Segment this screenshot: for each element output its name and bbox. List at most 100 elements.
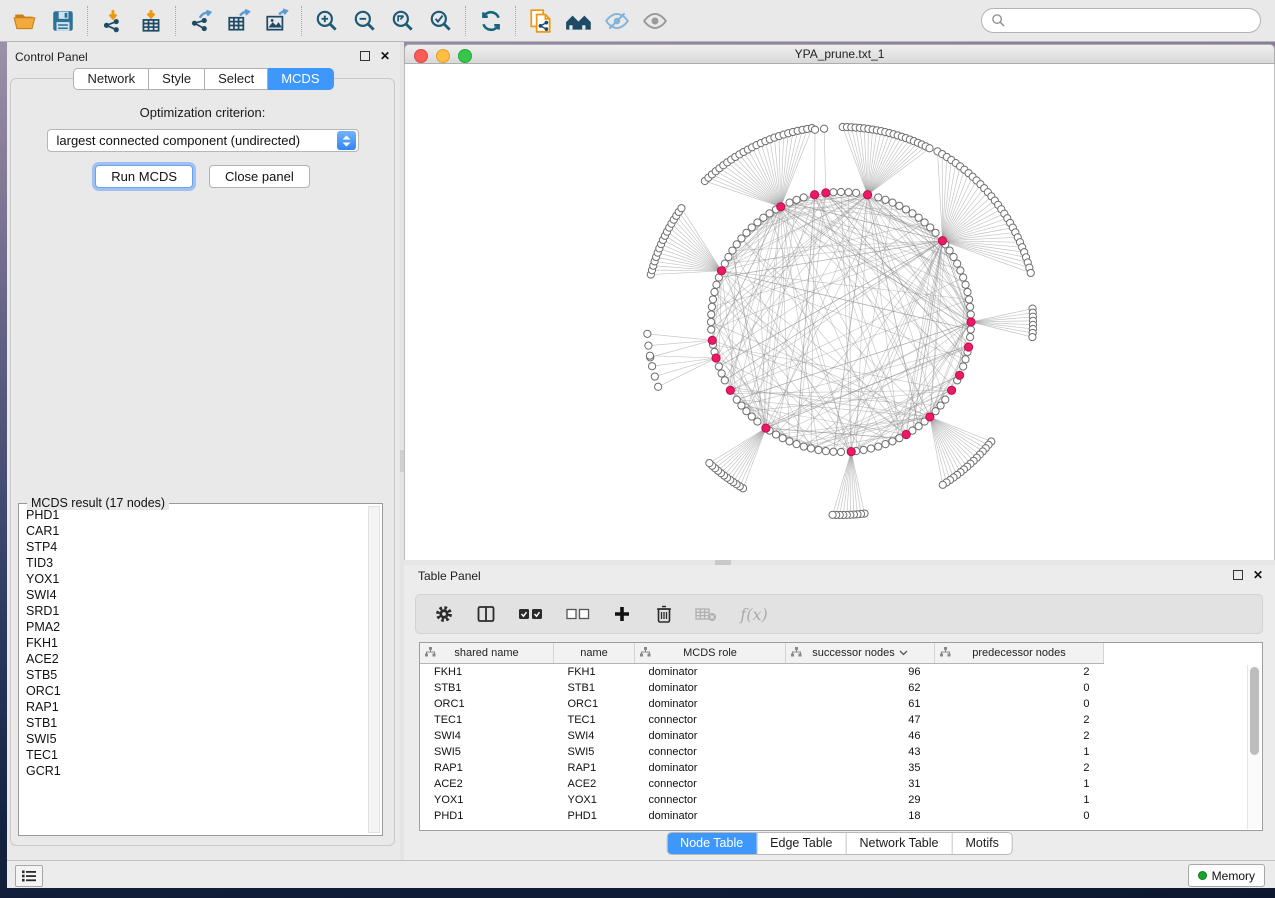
graph-node[interactable] (708, 303, 715, 310)
column-header-name[interactable]: name (554, 643, 635, 664)
graph-node[interactable] (733, 396, 740, 403)
zoom-selected-icon[interactable] (422, 4, 460, 38)
list-item[interactable]: STP4 (20, 539, 366, 555)
graph-node[interactable] (779, 435, 786, 442)
graph-node[interactable] (882, 196, 889, 203)
search-input[interactable] (981, 8, 1261, 33)
graph-node[interactable] (960, 363, 967, 370)
graph-node[interactable] (707, 318, 714, 325)
graph-node[interactable] (932, 229, 939, 236)
graph-node[interactable] (902, 430, 910, 438)
zoom-in-icon[interactable] (308, 4, 346, 38)
graph-node[interactable] (655, 383, 662, 390)
tab-edge-table[interactable]: Edge Table (756, 833, 845, 854)
graph-node[interactable] (712, 354, 720, 362)
tab-network[interactable]: Network (73, 68, 149, 90)
graph-node[interactable] (967, 318, 975, 326)
column-visibility-icon[interactable] (475, 603, 497, 625)
graph-node[interactable] (948, 386, 956, 394)
graph-node[interactable] (960, 274, 967, 281)
graph-node[interactable] (646, 352, 653, 359)
graph-node[interactable] (964, 288, 971, 295)
graph-node[interactable] (706, 460, 713, 467)
table-options-gear-icon[interactable] (433, 603, 455, 625)
list-item[interactable]: ACE2 (20, 651, 366, 667)
list-item[interactable]: TID3 (20, 555, 366, 571)
graph-node[interactable] (896, 202, 903, 209)
graph-node[interactable] (721, 377, 728, 384)
graph-node[interactable] (875, 194, 882, 201)
import-network-icon[interactable] (94, 4, 132, 38)
list-item[interactable]: ORC1 (20, 683, 366, 699)
import-table-icon[interactable] (132, 4, 170, 38)
graph-node[interactable] (967, 333, 974, 340)
graph-node[interactable] (708, 336, 716, 344)
graph-node[interactable] (962, 281, 969, 288)
graph-node[interactable] (1029, 333, 1036, 340)
graph-node[interactable] (889, 199, 896, 206)
graph-node[interactable] (845, 189, 852, 196)
graph-node[interactable] (965, 296, 972, 303)
graph-node[interactable] (1027, 269, 1034, 276)
graph-node[interactable] (820, 125, 827, 132)
refresh-icon[interactable] (472, 4, 510, 38)
graph-node[interactable] (648, 363, 655, 370)
graph-node[interactable] (830, 189, 837, 196)
table-scrollbar[interactable] (1247, 665, 1261, 829)
graph-node[interactable] (847, 447, 855, 455)
graph-node[interactable] (954, 260, 961, 267)
graph-node[interactable] (766, 210, 773, 217)
graph-node[interactable] (815, 446, 822, 453)
graph-node[interactable] (962, 356, 969, 363)
network-window-titlebar[interactable]: YPA_prune.txt_1 (404, 44, 1275, 64)
zoom-traffic-light[interactable] (458, 49, 472, 63)
graph-node[interactable] (957, 267, 964, 274)
graph-node[interactable] (852, 189, 859, 196)
graph-node[interactable] (863, 191, 871, 199)
delete-column-icon[interactable] (653, 603, 675, 625)
graph-node[interactable] (902, 206, 909, 213)
run-mcds-button[interactable]: Run MCDS (95, 165, 193, 188)
result-list-scrollbar[interactable] (368, 506, 380, 833)
export-table-icon[interactable] (220, 4, 258, 38)
graph-node[interactable] (837, 448, 844, 455)
list-item[interactable]: SWI5 (20, 731, 366, 747)
close-icon[interactable]: ✕ (1253, 570, 1263, 580)
show-all-icon[interactable] (636, 4, 674, 38)
export-network-icon[interactable] (182, 4, 220, 38)
graph-node[interactable] (800, 194, 807, 201)
zoom-out-icon[interactable] (346, 4, 384, 38)
memory-button[interactable]: Memory (1188, 864, 1265, 887)
tab-network-table[interactable]: Network Table (846, 833, 952, 854)
list-item[interactable]: FKH1 (20, 635, 366, 651)
graph-node[interactable] (964, 343, 972, 351)
graph-node[interactable] (882, 441, 889, 448)
list-item[interactable]: GCR1 (20, 763, 366, 779)
float-icon[interactable] (360, 51, 370, 61)
task-history-icon[interactable] (15, 865, 43, 887)
select-all-checks-icon[interactable] (517, 603, 545, 625)
graph-node[interactable] (939, 481, 946, 488)
graph-node[interactable] (708, 326, 715, 333)
first-neighbors-icon[interactable] (560, 4, 598, 38)
table-row[interactable]: YOX1YOX1connector291 (420, 792, 1262, 808)
graph-node[interactable] (837, 188, 844, 195)
graph-node[interactable] (822, 448, 829, 455)
export-image-icon[interactable] (258, 4, 296, 38)
table-row[interactable]: TEC1TEC1connector472 (420, 712, 1262, 728)
tab-select[interactable]: Select (205, 68, 268, 90)
list-item[interactable]: PHD1 (20, 507, 366, 523)
close-icon[interactable]: ✕ (380, 51, 390, 61)
table-row[interactable]: ACE2ACE2connector311 (420, 776, 1262, 792)
graph-node[interactable] (946, 247, 953, 254)
tab-mcds[interactable]: MCDS (268, 68, 333, 90)
zoom-fit-icon[interactable] (384, 4, 422, 38)
minimize-traffic-light[interactable] (436, 49, 450, 63)
tab-style[interactable]: Style (149, 68, 205, 90)
list-item[interactable]: SWI4 (20, 587, 366, 603)
graph-node[interactable] (715, 363, 722, 370)
list-item[interactable]: STB1 (20, 715, 366, 731)
open-file-icon[interactable] (6, 4, 44, 38)
graph-node[interactable] (726, 386, 734, 394)
table-row[interactable]: FKH1FKH1dominator962 (420, 664, 1262, 681)
